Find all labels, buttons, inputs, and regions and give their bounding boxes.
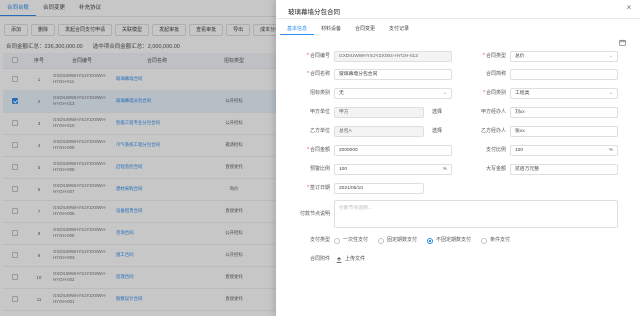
- payment-nodes-label: 付款节点说明: [299, 211, 330, 217]
- pay-type-option-selected[interactable]: 不固定期数支付: [427, 235, 471, 246]
- party-a-select-button[interactable]: 选择: [432, 107, 442, 118]
- chevron-down-icon: ⌄: [608, 90, 613, 96]
- drawer-title: 玻璃幕墙分包合同: [288, 9, 340, 16]
- pay-type-option[interactable]: 固定期数支付: [378, 235, 417, 246]
- contract-no-label: *合同编号: [307, 53, 330, 59]
- party-b-field[interactable]: 总包A: [334, 126, 424, 137]
- contract-category-label: *合同类别: [483, 90, 506, 96]
- pay-type-option[interactable]: 一次性支付: [334, 235, 368, 246]
- contract-detail-drawer: 玻璃幕墙分包合同 × 基本信息 材料设备 合同变更 支付记录 *合同编号 GXD…: [276, 0, 640, 316]
- party-b-label: 乙方单位: [309, 128, 330, 134]
- contract-name-field[interactable]: 玻璃幕墙分包合同: [334, 69, 452, 80]
- upload-file-button[interactable]: 上传文件: [336, 254, 365, 265]
- contract-no-field[interactable]: GXDIUWWHYSJYZX004-HYGH-013: [334, 51, 452, 62]
- sign-date-picker[interactable]: 2021/05/10: [334, 183, 424, 194]
- drawer-tabs: 基本信息 材料设备 合同变更 支付记录: [280, 24, 416, 35]
- party-a-agent-label: 甲方经办人: [480, 109, 506, 115]
- prepay-label: 预警比例: [309, 166, 330, 172]
- amount-field[interactable]: 2000000: [334, 145, 452, 156]
- pay-ratio-field[interactable]: 100%: [510, 145, 618, 156]
- contract-type-select[interactable]: 总价 ⌄: [510, 51, 618, 62]
- upload-icon: [336, 256, 342, 263]
- tab-materials[interactable]: 材料设备: [314, 24, 348, 35]
- tab-contract-change[interactable]: 合同变更: [348, 24, 382, 35]
- bid-type-select[interactable]: 无 ⌄: [334, 88, 452, 99]
- pay-ratio-label: 支付比例: [485, 147, 506, 153]
- bid-type-label: 招标类别: [309, 90, 330, 96]
- pay-type-option[interactable]: 条件支付: [481, 235, 510, 246]
- party-a-field[interactable]: 甲方: [334, 107, 424, 118]
- close-icon[interactable]: ×: [624, 3, 634, 13]
- contract-ref-field[interactable]: [510, 69, 618, 80]
- chevron-down-icon: ⌄: [608, 53, 613, 59]
- party-a-label: 甲方单位: [309, 109, 330, 115]
- party-b-agent-label: 乙方经办人: [480, 128, 506, 134]
- contract-name-label: *合同名称: [307, 71, 330, 77]
- divider: [276, 18, 640, 19]
- contract-ref-label: 合同简称: [485, 71, 506, 77]
- prepay-field[interactable]: 100%: [334, 164, 452, 175]
- tab-payment-records[interactable]: 支付记录: [382, 24, 416, 35]
- attachment-label: 合同附件: [309, 256, 330, 262]
- sign-date-label: *签订日期: [307, 185, 330, 191]
- party-b-agent-field[interactable]: 张xx: [510, 126, 618, 137]
- capital-label: 大写金额: [485, 166, 506, 172]
- tab-basic-info[interactable]: 基本信息: [280, 24, 315, 35]
- pay-type-radio-group: 一次性支付 固定期数支付 不固定期数支付 条件支付: [334, 235, 510, 246]
- calendar-icon[interactable]: [619, 39, 626, 46]
- payment-nodes-textarea[interactable]: 付款节点说明...: [334, 200, 618, 228]
- capital-field[interactable]: 贰佰万元整: [510, 164, 618, 175]
- party-a-agent-field[interactable]: 刘xx: [510, 107, 618, 118]
- chevron-down-icon: ⌄: [442, 90, 447, 96]
- amount-label: *合同金额: [307, 147, 330, 153]
- contract-type-label: *合同类型: [483, 53, 506, 59]
- pay-type-label: 支付类型: [309, 237, 330, 243]
- party-b-select-button[interactable]: 选择: [432, 126, 442, 137]
- contract-category-select[interactable]: 工程类 ⌄: [510, 88, 618, 99]
